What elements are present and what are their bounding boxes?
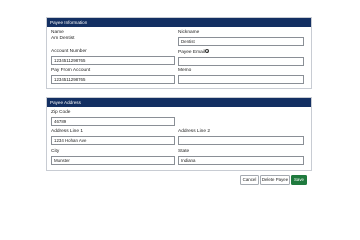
zip-code-group: Zip Code 46789 <box>51 110 175 126</box>
memo-input[interactable] <box>178 75 304 84</box>
payee-email-label: Payee Email <box>178 50 205 56</box>
payee-address-header: Payee Address <box>47 98 311 107</box>
nickname-label: Nickname <box>178 30 200 35</box>
address-line-1-label: Address Line 1 <box>51 129 83 134</box>
state-group: State Indiana <box>178 149 304 165</box>
info-icon[interactable]: i <box>205 49 210 54</box>
payee-email-label-row: Payee Email i <box>178 49 304 56</box>
save-button[interactable]: Save <box>291 175 307 185</box>
delete-payee-button[interactable]: Delete Payee <box>260 175 290 185</box>
address-line-2-group: Address Line 2 <box>178 129 304 145</box>
payee-email-group: Payee Email i <box>178 49 304 67</box>
account-number-input[interactable]: 1234511298765 <box>51 56 175 65</box>
zip-code-input[interactable]: 46789 <box>51 117 175 126</box>
pay-from-account-label: Pay From Account <box>51 68 91 73</box>
address-line-2-label: Address Line 2 <box>178 129 210 134</box>
city-label: City <box>51 149 60 154</box>
name-group: Name Am Dentist <box>51 30 74 42</box>
payee-email-input[interactable] <box>178 57 304 67</box>
address-line-1-group: Address Line 1 1234 Hohan Ave <box>51 129 175 145</box>
nickname-input[interactable]: Dentist <box>178 37 304 46</box>
state-input[interactable]: Indiana <box>178 156 304 165</box>
city-group: City Munster <box>51 149 175 165</box>
state-label: State <box>178 149 190 154</box>
nickname-group: Nickname Dentist <box>178 30 304 46</box>
address-line-1-input[interactable]: 1234 Hohan Ave <box>51 136 175 145</box>
pay-from-account-input[interactable]: 1234511298765 <box>51 75 175 84</box>
memo-group: Memo <box>178 68 304 84</box>
account-number-group: Account Number 1234511298765 <box>51 49 175 65</box>
payee-information-header: Payee Information <box>47 18 311 27</box>
name-value: Am Dentist <box>51 36 75 41</box>
cancel-button[interactable]: Cancel <box>240 175 259 185</box>
zip-code-label: Zip Code <box>51 110 71 115</box>
account-number-label: Account Number <box>51 49 87 54</box>
memo-label: Memo <box>178 68 192 73</box>
address-line-2-input[interactable] <box>178 136 304 145</box>
pay-from-account-group: Pay From Account 1234511298765 <box>51 68 175 84</box>
city-input[interactable]: Munster <box>51 156 175 165</box>
